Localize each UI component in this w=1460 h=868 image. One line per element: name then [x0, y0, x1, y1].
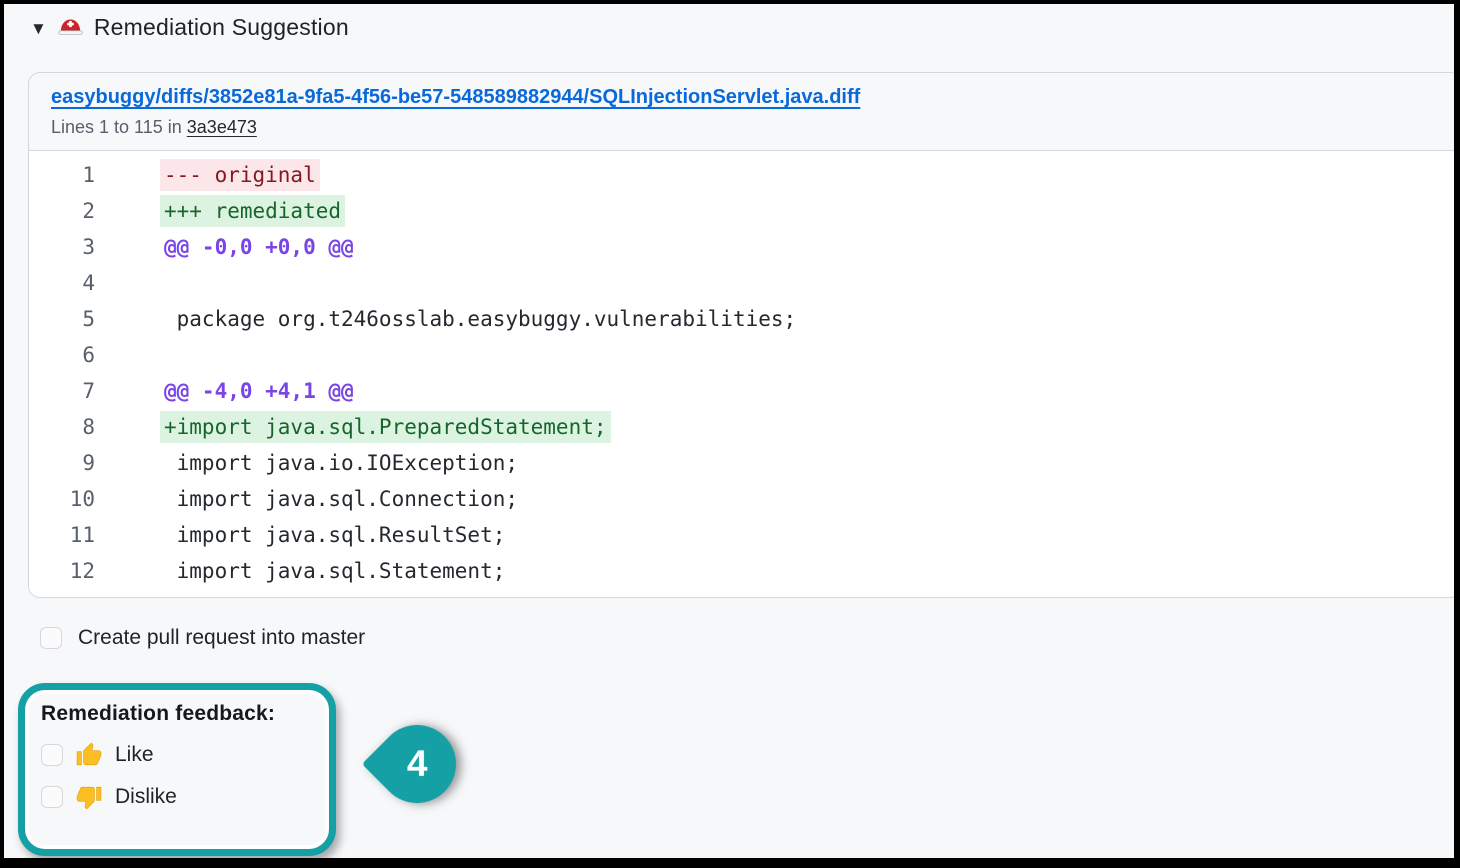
create-pr-label: Create pull request into master — [78, 626, 365, 650]
line-number: 4 — [29, 271, 95, 295]
like-label: Like — [115, 743, 154, 767]
diff-line: 11 import java.sql.ResultSet; — [29, 517, 1454, 553]
line-number: 5 — [29, 307, 95, 331]
line-number: 11 — [29, 523, 95, 547]
line-number: 7 — [29, 379, 95, 403]
line-number: 8 — [29, 415, 95, 439]
line-content: @@ -0,0 +0,0 @@ — [164, 232, 354, 262]
line-content: package org.t246osslab.easybuggy.vulnera… — [164, 304, 796, 334]
diff-line: 10 import java.sql.Connection; — [29, 481, 1454, 517]
diff-line: 12 import java.sql.Statement; — [29, 553, 1454, 589]
diff-line: 5 package org.t246osslab.easybuggy.vulne… — [29, 301, 1454, 337]
page: ▼ Remediation Suggestion easybuggy/diffs… — [4, 4, 1454, 858]
like-checkbox[interactable] — [41, 744, 63, 766]
line-number: 2 — [29, 199, 95, 223]
line-content: import java.sql.Connection; — [164, 484, 518, 514]
diff-code-block: 1 --- original 2 +++ remediated 3 @@ -0,… — [29, 151, 1454, 597]
line-content: import java.sql.Statement; — [164, 556, 505, 586]
collapse-triangle-icon[interactable]: ▼ — [30, 18, 47, 37]
thumbs-down-icon — [76, 784, 102, 810]
feedback-option-dislike: Dislike — [41, 784, 313, 810]
diff-line: 1 --- original — [29, 157, 1454, 193]
line-number: 3 — [29, 235, 95, 259]
line-number: 10 — [29, 487, 95, 511]
annotation-number: 4 — [407, 743, 428, 785]
diff-line: 8 +import java.sql.PreparedStatement; — [29, 409, 1454, 445]
line-number: 9 — [29, 451, 95, 475]
line-number: 6 — [29, 343, 95, 367]
diff-line: 7 @@ -4,0 +4,1 @@ — [29, 373, 1454, 409]
commit-link[interactable]: 3a3e473 — [187, 117, 257, 137]
line-number: 12 — [29, 559, 95, 583]
remediation-feedback-box: Remediation feedback: Like Dislike — [18, 683, 336, 856]
diff-line: 6 — [29, 337, 1454, 373]
section-header: ▼ Remediation Suggestion — [30, 14, 349, 41]
annotation-callout-4: 4 — [362, 709, 472, 819]
feedback-option-like: Like — [41, 742, 313, 768]
diff-line: 4 — [29, 265, 1454, 301]
line-content: +++ remediated — [160, 195, 345, 227]
diff-card: easybuggy/diffs/3852e81a-9fa5-4f56-be57-… — [28, 72, 1454, 598]
lines-range-text: Lines 1 to 115 in — [51, 117, 182, 137]
line-content: import java.io.IOException; — [164, 448, 518, 478]
feedback-title: Remediation feedback: — [41, 702, 313, 726]
diff-file-link[interactable]: easybuggy/diffs/3852e81a-9fa5-4f56-be57-… — [51, 86, 860, 109]
dislike-checkbox[interactable] — [41, 786, 63, 808]
diff-line: 3 @@ -0,0 +0,0 @@ — [29, 229, 1454, 265]
create-pr-row: Create pull request into master — [40, 626, 365, 650]
thumbs-up-icon — [76, 742, 102, 768]
dislike-label: Dislike — [115, 785, 177, 809]
section-title: Remediation Suggestion — [94, 14, 349, 41]
rescue-helmet-icon — [57, 14, 84, 41]
line-content: import java.sql.ResultSet; — [164, 520, 505, 550]
diff-line: 9 import java.io.IOException; — [29, 445, 1454, 481]
line-content: +import java.sql.PreparedStatement; — [160, 411, 611, 443]
create-pr-checkbox[interactable] — [40, 627, 62, 649]
diff-card-header: easybuggy/diffs/3852e81a-9fa5-4f56-be57-… — [29, 73, 1454, 151]
line-number: 1 — [29, 163, 95, 187]
line-content: --- original — [160, 159, 320, 191]
line-content: @@ -4,0 +4,1 @@ — [164, 376, 354, 406]
lines-range: Lines 1 to 115 in 3a3e473 — [51, 117, 1439, 138]
diff-line: 2 +++ remediated — [29, 193, 1454, 229]
